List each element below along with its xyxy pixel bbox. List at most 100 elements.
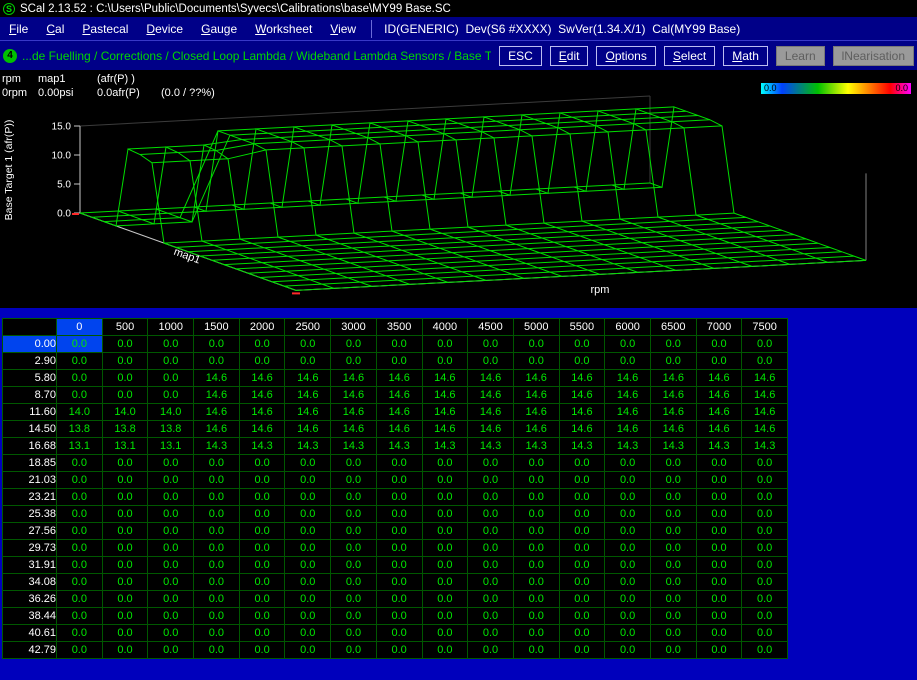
table-cell[interactable]: 14.6 [696, 370, 742, 387]
table-cell[interactable]: 14.6 [331, 387, 377, 404]
table-cell[interactable]: 0.0 [650, 608, 696, 625]
table-cell[interactable]: 0.0 [57, 455, 103, 472]
table-cell[interactable]: 0.0 [239, 336, 285, 353]
table-cell[interactable]: 0.0 [102, 540, 148, 557]
table-cell[interactable]: 0.0 [285, 506, 331, 523]
table-cell[interactable]: 0.0 [148, 608, 194, 625]
table-cell[interactable]: 14.6 [605, 370, 651, 387]
table-cell[interactable]: 0.0 [57, 642, 103, 659]
table-cell[interactable]: 0.0 [376, 336, 422, 353]
table-cell[interactable]: 0.0 [376, 608, 422, 625]
table-cell[interactable]: 0.0 [605, 523, 651, 540]
col-header-500[interactable]: 500 [102, 319, 148, 336]
table-cell[interactable]: 0.0 [57, 489, 103, 506]
table-cell[interactable]: 0.0 [605, 353, 651, 370]
table-cell[interactable]: 0.0 [468, 336, 514, 353]
table-cell[interactable]: 0.0 [559, 353, 605, 370]
table-cell[interactable]: 14.6 [559, 404, 605, 421]
table-cell[interactable]: 0.0 [468, 642, 514, 659]
table-cell[interactable]: 0.0 [650, 506, 696, 523]
table-cell[interactable]: 13.1 [148, 438, 194, 455]
table-cell[interactable]: 0.0 [650, 625, 696, 642]
table-cell[interactable]: 0.0 [468, 625, 514, 642]
col-header-5000[interactable]: 5000 [513, 319, 559, 336]
table-cell[interactable]: 0.0 [102, 574, 148, 591]
table-cell[interactable]: 14.6 [559, 387, 605, 404]
table-cell[interactable]: 0.0 [57, 591, 103, 608]
table-cell[interactable]: 0.0 [102, 455, 148, 472]
button-esc[interactable]: ESC [499, 46, 542, 66]
table-cell[interactable]: 0.0 [605, 540, 651, 557]
table-cell[interactable]: 0.0 [422, 540, 468, 557]
surface-plot[interactable]: 0.05.010.015.0Base Target 1 (afr(P))map1… [0, 70, 917, 308]
table-cell[interactable]: 14.0 [57, 404, 103, 421]
table-cell[interactable]: 14.6 [742, 387, 788, 404]
table-cell[interactable]: 0.0 [194, 472, 240, 489]
table-cell[interactable]: 0.0 [650, 472, 696, 489]
table-cell[interactable]: 0.0 [148, 370, 194, 387]
table-cell[interactable]: 0.0 [102, 353, 148, 370]
table-cell[interactable]: 0.0 [102, 387, 148, 404]
table-cell[interactable]: 0.0 [513, 472, 559, 489]
table-cell[interactable]: 14.3 [696, 438, 742, 455]
table-cell[interactable]: 14.3 [376, 438, 422, 455]
table-cell[interactable]: 0.0 [331, 574, 377, 591]
table-cell[interactable]: 0.0 [239, 540, 285, 557]
table-cell[interactable]: 0.0 [148, 336, 194, 353]
table-cell[interactable]: 0.0 [742, 557, 788, 574]
table-cell[interactable]: 14.6 [376, 404, 422, 421]
table-cell[interactable]: 0.0 [57, 353, 103, 370]
table-cell[interactable]: 0.0 [422, 625, 468, 642]
table-cell[interactable]: 0.0 [422, 523, 468, 540]
row-header-40.61[interactable]: 40.61 [3, 625, 57, 642]
table-cell[interactable]: 14.6 [239, 387, 285, 404]
row-header-25.38[interactable]: 25.38 [3, 506, 57, 523]
table-cell[interactable]: 14.6 [194, 421, 240, 438]
table-cell[interactable]: 14.6 [742, 421, 788, 438]
table-cell[interactable]: 14.6 [285, 387, 331, 404]
table-cell[interactable]: 0.0 [285, 472, 331, 489]
table-cell[interactable]: 14.6 [285, 370, 331, 387]
table-cell[interactable]: 0.0 [331, 506, 377, 523]
table-cell[interactable]: 0.0 [559, 523, 605, 540]
table-cell[interactable]: 0.0 [605, 336, 651, 353]
table-cell[interactable]: 0.0 [239, 506, 285, 523]
table-cell[interactable]: 0.0 [331, 540, 377, 557]
table-cell[interactable]: 0.0 [376, 353, 422, 370]
table-cell[interactable]: 14.6 [696, 404, 742, 421]
table-cell[interactable]: 0.0 [57, 370, 103, 387]
table-cell[interactable]: 0.0 [194, 591, 240, 608]
row-header-2.90[interactable]: 2.90 [3, 353, 57, 370]
table-cell[interactable]: 14.3 [194, 438, 240, 455]
table-cell[interactable]: 0.0 [559, 625, 605, 642]
table-cell[interactable]: 0.0 [650, 336, 696, 353]
table-cell[interactable]: 0.0 [605, 625, 651, 642]
table-cell[interactable]: 14.6 [650, 370, 696, 387]
table-cell[interactable]: 0.0 [102, 557, 148, 574]
table-cell[interactable]: 13.8 [148, 421, 194, 438]
table-cell[interactable]: 0.0 [331, 523, 377, 540]
row-header-42.79[interactable]: 42.79 [3, 642, 57, 659]
table-cell[interactable]: 14.6 [605, 421, 651, 438]
table-cell[interactable]: 0.0 [57, 336, 103, 353]
row-header-29.73[interactable]: 29.73 [3, 540, 57, 557]
table-cell[interactable]: 0.0 [57, 506, 103, 523]
table-cell[interactable]: 0.0 [696, 472, 742, 489]
menu-item-pastecal[interactable]: Pastecal [73, 22, 137, 36]
table-cell[interactable]: 0.0 [605, 591, 651, 608]
col-header-6500[interactable]: 6500 [650, 319, 696, 336]
table-cell[interactable]: 0.0 [194, 608, 240, 625]
button-options[interactable]: Options [596, 46, 655, 66]
row-header-27.56[interactable]: 27.56 [3, 523, 57, 540]
table-cell[interactable]: 0.0 [696, 336, 742, 353]
button-select[interactable]: Select [664, 46, 715, 66]
table-cell[interactable]: 0.0 [57, 608, 103, 625]
table-cell[interactable]: 0.0 [239, 472, 285, 489]
table-cell[interactable]: 14.6 [422, 387, 468, 404]
table-cell[interactable]: 0.0 [742, 472, 788, 489]
table-cell[interactable]: 14.6 [422, 370, 468, 387]
table-cell[interactable]: 0.0 [194, 557, 240, 574]
row-header-5.80[interactable]: 5.80 [3, 370, 57, 387]
table-cell[interactable]: 0.0 [650, 353, 696, 370]
table-cell[interactable]: 13.8 [102, 421, 148, 438]
